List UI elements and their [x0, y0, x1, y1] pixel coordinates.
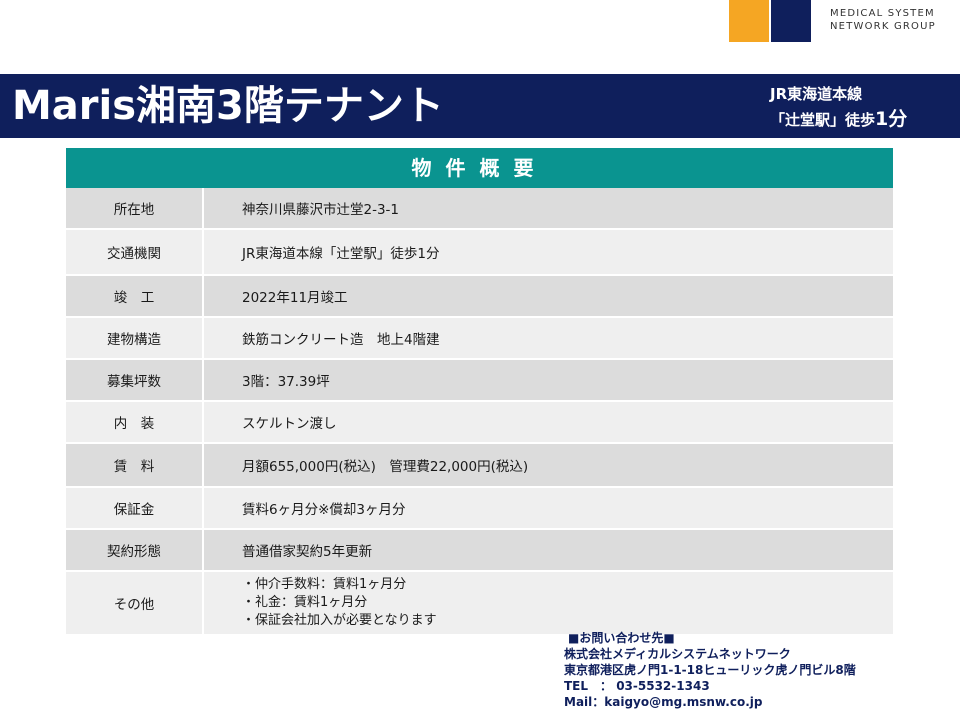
row-label: 交通機関 [66, 230, 204, 274]
row-value: ・仲介手数料：賃料1ヶ月分 ・礼金：賃料1ヶ月分 ・保証会社加入が必要となります [204, 572, 893, 634]
table-row-other: その他 ・仲介手数料：賃料1ヶ月分 ・礼金：賃料1ヶ月分 ・保証会社加入が必要と… [66, 572, 893, 636]
row-value-text: 普通借家契約5年更新 [242, 544, 373, 560]
access-line-2: 「辻堂駅」徒歩1分 [770, 107, 940, 133]
row-value: 鉄筋コンクリート造 地上4階建 [204, 318, 893, 358]
row-value: 普通借家契約5年更新 [204, 530, 893, 570]
access-line-1: JR東海道本線 [770, 85, 863, 103]
row-label: 保証金 [66, 488, 204, 528]
row-value-text: スケルトン渡し [242, 416, 337, 432]
row-label: 賃 料 [66, 444, 204, 486]
table-heading: 物件概要 [66, 148, 893, 188]
table-row-address: 所在地 神奈川県藤沢市辻堂2-3-1 [66, 188, 893, 230]
table-row-interior: 内 装 スケルトン渡し [66, 402, 893, 444]
station-access: JR東海道本線 「辻堂駅」徒歩1分 [770, 82, 940, 133]
contact-tel: TEL ： 03-5532-1343 [564, 679, 710, 693]
access-line-2-prefix: 「辻堂駅」徒歩 [770, 111, 876, 129]
row-label: その他 [66, 572, 204, 634]
contact-address: 東京都港区虎ノ門1-1-18ヒューリック虎ノ門ビル8階 [564, 663, 856, 677]
row-value-text: 鉄筋コンクリート造 地上4階建 [242, 332, 440, 348]
table-row-area: 募集坪数 3階：37.39坪 [66, 360, 893, 402]
row-value: スケルトン渡し [204, 402, 893, 442]
page-title: Maris湘南3階テナント [12, 83, 444, 129]
contact-block: ■お問い合わせ先■ 株式会社メディカルシステムネットワーク 東京都港区虎ノ門1-… [564, 630, 856, 710]
table-row-completion: 竣 工 2022年11月竣工 [66, 276, 893, 318]
row-value-text: 賃料6ヶ月分※償却3ヶ月分 [242, 502, 406, 518]
row-value-text: 2022年11月竣工 [242, 290, 348, 306]
row-label: 契約形態 [66, 530, 204, 570]
other-item-commission: ・仲介手数料：賃料1ヶ月分 [242, 577, 407, 592]
row-value: 賃料6ヶ月分※償却3ヶ月分 [204, 488, 893, 528]
row-label: 竣 工 [66, 276, 204, 316]
logo-line-2: NETWORK GROUP [830, 21, 936, 32]
logo-orange-square [729, 0, 769, 42]
access-walk-minutes: 1分 [875, 108, 908, 130]
contact-company: 株式会社メディカルシステムネットワーク [564, 647, 791, 661]
row-value: 2022年11月竣工 [204, 276, 893, 316]
row-value-text: JR東海道本線「辻堂駅」徒歩1分 [242, 246, 440, 262]
property-overview-table: 物件概要 所在地 神奈川県藤沢市辻堂2-3-1 交通機関 JR東海道本線「辻堂駅… [66, 148, 893, 636]
other-item-key-money: ・礼金：賃料1ヶ月分 [242, 595, 368, 610]
row-label: 内 装 [66, 402, 204, 442]
table-row-deposit: 保証金 賃料6ヶ月分※償却3ヶ月分 [66, 488, 893, 530]
logo-line-1: MEDICAL SYSTEM [830, 8, 935, 19]
company-logo: MEDICAL SYSTEM NETWORK GROUP [729, 0, 940, 42]
row-value-text: 3階：37.39坪 [242, 374, 330, 390]
row-label: 建物構造 [66, 318, 204, 358]
row-value: 3階：37.39坪 [204, 360, 893, 400]
title-bar: Maris湘南3階テナント JR東海道本線 「辻堂駅」徒歩1分 [0, 74, 960, 138]
contact-mail[interactable]: Mail：kaigyo@mg.msnw.co.jp [564, 694, 856, 710]
row-value-text: 神奈川県藤沢市辻堂2-3-1 [242, 202, 400, 218]
table-row-contract: 契約形態 普通借家契約5年更新 [66, 530, 893, 572]
row-value: 月額655,000円(税込) 管理費22,000円(税込) [204, 444, 893, 486]
row-value: 神奈川県藤沢市辻堂2-3-1 [204, 188, 893, 228]
contact-heading: ■お問い合わせ先■ [568, 631, 675, 645]
logo-text: MEDICAL SYSTEM NETWORK GROUP [830, 7, 936, 33]
table-row-transport: 交通機関 JR東海道本線「辻堂駅」徒歩1分 [66, 230, 893, 276]
row-label: 所在地 [66, 188, 204, 228]
other-item-guarantor: ・保証会社加入が必要となります [242, 613, 437, 628]
table-row-rent: 賃 料 月額655,000円(税込) 管理費22,000円(税込) [66, 444, 893, 488]
logo-navy-square [771, 0, 811, 42]
row-label: 募集坪数 [66, 360, 204, 400]
table-row-structure: 建物構造 鉄筋コンクリート造 地上4階建 [66, 318, 893, 360]
row-value: JR東海道本線「辻堂駅」徒歩1分 [204, 230, 893, 274]
row-value-text: 月額655,000円(税込) 管理費22,000円(税込) [242, 459, 529, 475]
